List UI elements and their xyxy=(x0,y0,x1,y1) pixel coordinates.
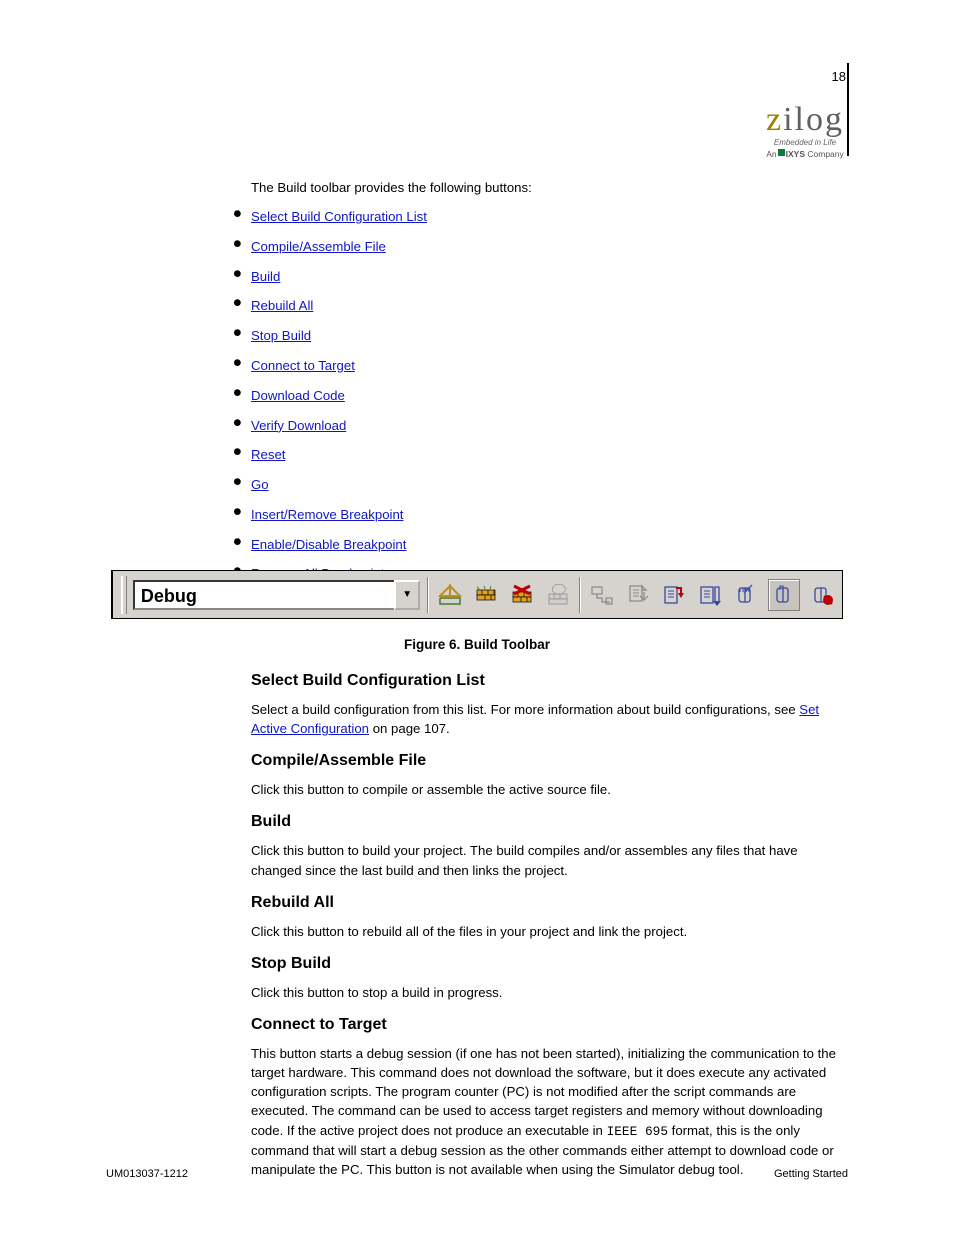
build-paragraph: Click this button to build your project.… xyxy=(251,841,846,879)
chevron-down-icon: ▼ xyxy=(402,589,412,600)
section-stop-build: Stop Build xyxy=(251,955,846,973)
footer-section: Getting Started xyxy=(774,1168,848,1180)
toolbar-separator xyxy=(579,577,581,613)
footer-docnum: UM013037-1212 xyxy=(106,1168,188,1180)
link-rebuild-all[interactable]: Rebuild All xyxy=(251,298,313,313)
download-code-icon[interactable] xyxy=(624,581,652,609)
logo-company: AnIXYS Company xyxy=(766,149,844,159)
build-toolbar: Debug ▼ xyxy=(111,570,843,619)
toolbar-separator xyxy=(427,577,429,613)
stop-build-paragraph: Click this button to stop a build in pro… xyxy=(251,983,846,1002)
link-reset[interactable]: Reset xyxy=(251,447,285,462)
verify-download-icon[interactable] xyxy=(660,581,688,609)
build-config-value[interactable]: Debug xyxy=(133,580,394,610)
rebuild-all-icon[interactable] xyxy=(508,581,536,609)
link-connect-target[interactable]: Connect to Target xyxy=(251,358,355,373)
link-build[interactable]: Build xyxy=(251,269,280,284)
toolbar-grip[interactable] xyxy=(121,576,127,614)
logo-tagline: Embedded in Life xyxy=(766,139,844,147)
link-enable-breakpoint[interactable]: Enable/Disable Breakpoint xyxy=(251,537,406,552)
section-rebuild-all: Rebuild All xyxy=(251,894,846,912)
section-compile-assemble: Compile/Assemble File xyxy=(251,752,846,770)
rebuild-all-paragraph: Click this button to rebuild all of the … xyxy=(251,922,846,941)
go-icon[interactable] xyxy=(732,581,760,609)
link-go[interactable]: Go xyxy=(251,477,269,492)
build-icon[interactable] xyxy=(472,581,500,609)
section-select-build-config: Select Build Configuration List xyxy=(251,672,846,690)
link-download-code[interactable]: Download Code xyxy=(251,388,345,403)
connect-target-paragraph: This button starts a debug session (if o… xyxy=(251,1044,846,1179)
select-build-config-paragraph: Select a build configuration from this l… xyxy=(251,700,846,738)
link-verify-download[interactable]: Verify Download xyxy=(251,418,346,433)
enable-breakpoint-icon[interactable] xyxy=(808,581,836,609)
combo-dropdown-button[interactable]: ▼ xyxy=(394,580,420,610)
build-config-combo[interactable]: Debug ▼ xyxy=(133,580,420,610)
logo-word: zilog xyxy=(766,103,844,137)
stop-build-icon[interactable] xyxy=(544,581,572,609)
link-stop-build[interactable]: Stop Build xyxy=(251,328,311,343)
compile-assemble-paragraph: Click this button to compile or assemble… xyxy=(251,780,846,799)
insert-breakpoint-icon[interactable] xyxy=(768,579,800,611)
figure-caption: Figure 6. Build Toolbar xyxy=(111,637,843,652)
page-number: 18 xyxy=(832,69,846,84)
toolbar-button-list: Select Build Configuration List Compile/… xyxy=(251,205,846,586)
reset-icon[interactable] xyxy=(696,581,724,609)
link-insert-breakpoint[interactable]: Insert/Remove Breakpoint xyxy=(251,507,403,522)
compile-icon[interactable] xyxy=(436,581,464,609)
brand-logo: zilog Embedded in Life AnIXYS Company xyxy=(766,103,844,159)
link-compile-assemble[interactable]: Compile/Assemble File xyxy=(251,239,386,254)
header-divider xyxy=(847,63,849,156)
section-build: Build xyxy=(251,813,846,831)
connect-target-icon[interactable] xyxy=(588,581,616,609)
intro-text: The Build toolbar provides the following… xyxy=(251,178,846,197)
build-toolbar-figure: Debug ▼ xyxy=(111,570,843,652)
link-select-build-config[interactable]: Select Build Configuration List xyxy=(251,209,427,224)
ixys-mark-icon xyxy=(778,149,785,156)
section-connect-target: Connect to Target xyxy=(251,1016,846,1034)
